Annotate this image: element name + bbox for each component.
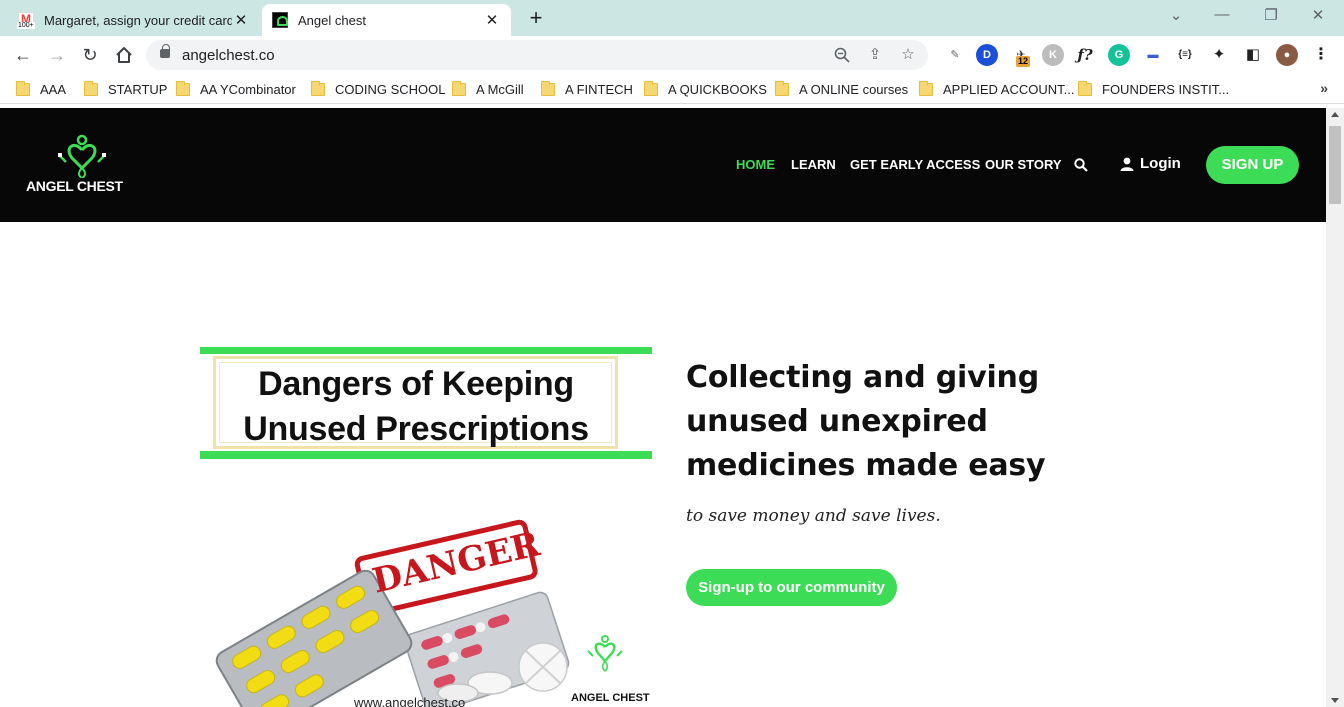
reload-button[interactable]: ↻ [77, 42, 103, 68]
k-extension-icon[interactable]: K [1042, 44, 1064, 66]
nav-home[interactable]: HOME [736, 157, 775, 172]
bookmark-star-icon[interactable]: ☆ [897, 44, 919, 66]
d-extension-icon[interactable]: D [976, 44, 998, 66]
extensions-puzzle-icon[interactable]: ✦ [1208, 44, 1230, 66]
bookmark-folder[interactable]: A FINTECH [541, 80, 633, 98]
folder-icon [919, 80, 933, 96]
lock-icon [160, 44, 170, 58]
browser-menu-icon[interactable]: ⋮ [1310, 44, 1332, 66]
folder-icon [84, 80, 98, 96]
nav-learn[interactable]: LEARN [791, 157, 836, 172]
angel-chest-icon [272, 12, 288, 28]
tab-strip: 100+ Margaret, assign your credit card ✕… [0, 0, 1344, 36]
formula-extension-icon[interactable]: ƒ? [1074, 44, 1096, 66]
profile-avatar[interactable]: ● [1276, 44, 1298, 66]
folder-icon [644, 80, 658, 96]
bookmark-label: A FINTECH [565, 81, 633, 97]
site-logo[interactable]: ANGEL CHEST [26, 134, 138, 198]
scroll-down-icon[interactable] [1331, 698, 1339, 703]
bookmark-folder[interactable]: A ONLINE courses [775, 80, 908, 98]
bookmark-folder[interactable]: AA YCombinator [176, 80, 296, 98]
close-window-button[interactable]: ✕ [1306, 6, 1330, 24]
minimize-button[interactable]: — [1210, 6, 1234, 23]
bookmark-label: AAA [40, 81, 67, 97]
hero-subheading: to save money and save lives. [686, 506, 941, 526]
bookmark-folder[interactable]: A QUICKBOOKS [644, 80, 767, 98]
bookmark-folder[interactable]: AAA [16, 80, 66, 98]
home-button[interactable] [111, 42, 137, 68]
angel-chest-logo-icon [58, 134, 106, 180]
bookmarks-bar: AAA STARTUP AA YCombinator CODING SCHOOL… [0, 74, 1344, 104]
folder-icon [452, 80, 466, 96]
bookmark-label: CODING SCHOOL [335, 81, 446, 97]
tab-title: Margaret, assign your credit card [44, 12, 232, 28]
bookmark-folder[interactable]: APPLIED ACCOUNT... [919, 80, 1074, 98]
bookmark-folder[interactable]: STARTUP [84, 80, 167, 98]
hero-heading: Collecting and giving unused unexpired m… [686, 360, 1046, 483]
bookmark-label: A QUICKBOOKS [668, 81, 767, 97]
tool-extension-icon[interactable]: ✈ 12 [1010, 44, 1032, 67]
grammarly-icon[interactable]: G [1108, 44, 1130, 66]
page-scrollbar[interactable] [1326, 108, 1344, 707]
json-extension-icon[interactable]: {≡} [1174, 44, 1196, 66]
tab-title: Angel chest [298, 12, 366, 28]
eyedropper-extension-icon[interactable]: ✎ [944, 44, 966, 66]
graphic-brand: ANGEL CHEST [571, 692, 650, 704]
folder-icon [1078, 80, 1092, 96]
scroll-up-icon[interactable] [1331, 112, 1339, 117]
extension-badge: 12 [1016, 56, 1031, 67]
restore-button[interactable]: ❐ [1259, 6, 1283, 24]
scroll-thumb[interactable] [1329, 126, 1341, 204]
unread-badge: 100+ [17, 22, 35, 29]
gmail-icon: 100+ [17, 12, 35, 29]
nav-get-early-access[interactable]: GET EARLY ACCESS [850, 157, 980, 172]
bookmark-folder[interactable]: FOUNDERS INSTIT... [1078, 80, 1229, 98]
forward-button[interactable]: → [44, 42, 70, 68]
bookmark-folder[interactable]: A McGill [452, 80, 524, 98]
pills-illustration [215, 519, 623, 707]
close-tab-icon[interactable]: ✕ [232, 11, 250, 29]
side-panel-icon[interactable]: ◧ [1242, 44, 1264, 66]
folder-icon [176, 80, 190, 96]
folder-icon [311, 80, 325, 96]
folder-icon [16, 80, 30, 96]
community-signup-button[interactable]: Sign-up to our community [686, 569, 897, 606]
address-bar[interactable]: angelchest.co ⇪ ☆ [146, 40, 928, 70]
login-label: Login [1140, 155, 1181, 172]
bookmark-label: AA YCombinator [200, 81, 296, 97]
bookmark-folder[interactable]: CODING SCHOOL [311, 80, 446, 98]
sign-up-button[interactable]: SIGN UP [1206, 146, 1299, 184]
bookmark-label: A ONLINE courses [799, 81, 909, 97]
close-tab-icon[interactable]: ✕ [483, 11, 501, 29]
back-button[interactable]: ← [10, 42, 36, 68]
tab-angel-chest[interactable]: Angel chest ✕ [262, 4, 511, 36]
search-icon[interactable] [1074, 158, 1088, 172]
site-header: ANGEL CHEST HOME LEARN GET EARLY ACCESS … [0, 108, 1326, 222]
graphic-url: www.angelchest.co [354, 695, 466, 707]
zoom-icon[interactable] [831, 44, 853, 66]
folder-icon [541, 80, 555, 96]
url-text: angelchest.co [182, 47, 275, 64]
bookmark-label: APPLIED ACCOUNT... [943, 81, 1075, 97]
new-tab-button[interactable]: + [524, 5, 548, 31]
tab-search-icon[interactable]: ⌄ [1164, 6, 1188, 24]
bookmark-label: A McGill [476, 81, 524, 97]
browser-toolbar: ← → ↻ angelchest.co ⇪ ☆ ✎ D ✈ 12 K ƒ? G ▬… [0, 36, 1344, 74]
login-link[interactable]: Login [1120, 155, 1181, 172]
bookmark-label: STARTUP [108, 81, 168, 97]
more-bookmarks-icon[interactable]: » [1320, 80, 1328, 96]
logo-text: ANGEL CHEST [26, 178, 123, 194]
tab-gmail[interactable]: 100+ Margaret, assign your credit card ✕ [8, 4, 260, 36]
share-icon[interactable]: ⇪ [864, 44, 886, 66]
bookmark-label: FOUNDERS INSTIT... [1102, 81, 1230, 97]
window-extension-icon[interactable]: ▬ [1142, 44, 1164, 66]
nav-our-story[interactable]: OUR STORY [985, 157, 1062, 172]
folder-icon [775, 80, 789, 96]
hero-graphic: Dangers of Keeping Unused Prescriptions [200, 345, 654, 707]
user-icon [1120, 157, 1134, 171]
